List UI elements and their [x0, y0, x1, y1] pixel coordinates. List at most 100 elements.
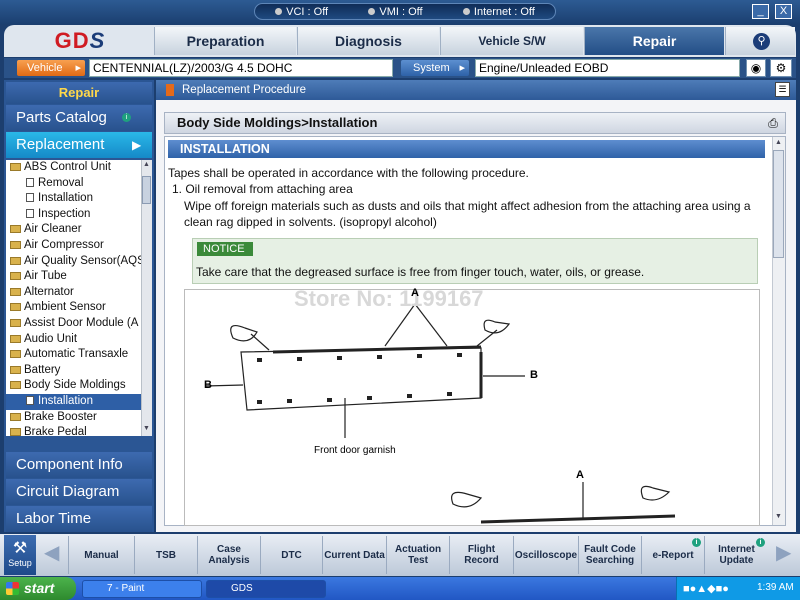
figure-frame: [184, 289, 760, 526]
connection-status: VCI : Off VMI : Off Internet : Off: [254, 3, 556, 20]
step1-body: Wipe off foreign materials such as dusts…: [184, 199, 751, 229]
toolbar-button-fault-code-searching[interactable]: Fault Code Searching: [578, 536, 641, 574]
vehicle-button[interactable]: Vehicle ▸: [17, 60, 85, 76]
tree-item-label: Removal: [38, 176, 84, 189]
system-field[interactable]: Engine/Unleaded EOBD: [475, 59, 740, 77]
folder-icon: [10, 318, 21, 327]
toolbar-button-internet-update[interactable]: Internet Update i: [704, 536, 768, 574]
clip-mark: [337, 356, 342, 360]
tree-item-label: Air Cleaner: [24, 223, 82, 236]
tree-item[interactable]: Audio Unit: [6, 332, 141, 348]
toolbar-button-current-data[interactable]: Current Data: [322, 536, 386, 574]
tape-piece-lower-left: [451, 491, 483, 508]
component-info-menu[interactable]: Component Info: [6, 452, 152, 478]
scroll-down-icon[interactable]: ▼: [775, 513, 782, 520]
minimize-button[interactable]: _: [752, 4, 769, 19]
toolbar-button-manual[interactable]: Manual: [68, 536, 134, 574]
tree-item[interactable]: Alternator: [6, 285, 141, 301]
intro-text: Tapes shall be operated in accordance wi…: [168, 166, 529, 180]
leader-tape-right: [476, 329, 498, 347]
scroll-up-icon[interactable]: ▲: [775, 139, 782, 146]
toolbar-button-flight-record[interactable]: Flight Record: [449, 536, 513, 574]
vehicle-field[interactable]: CENTENNIAL(LZ)/2003/G 4.5 DOHC: [89, 59, 393, 77]
toolbar-button-tsb[interactable]: TSB: [134, 536, 197, 574]
scroll-down-icon[interactable]: ▼: [143, 425, 150, 432]
tree-item[interactable]: ABS Control Unit: [6, 160, 141, 176]
tree-item[interactable]: Installation: [6, 191, 141, 207]
replacement-menu[interactable]: Replacement ▶: [6, 132, 152, 158]
tab-preparation[interactable]: Preparation: [154, 27, 296, 55]
camera-icon[interactable]: ◉: [746, 59, 766, 77]
replacement-tree[interactable]: ABS Control Unit Removal Installation Inspe…: [6, 160, 152, 436]
arrow-right-icon: ▸: [459, 62, 465, 74]
tree-item[interactable]: Removal: [6, 176, 141, 192]
setup-button[interactable]: ⚒ Setup: [4, 535, 36, 575]
tree-item[interactable]: Brake Booster: [6, 410, 141, 426]
folder-icon: [10, 350, 21, 359]
tray-icons: ■●▲◆■●: [683, 583, 729, 595]
tree-item[interactable]: Air Compressor: [6, 238, 141, 254]
scroll-up-icon[interactable]: ▲: [143, 161, 150, 168]
clip-mark: [297, 357, 302, 361]
molding-strip-lower: [480, 514, 676, 524]
internet-dot-icon: [462, 7, 470, 15]
tree-item[interactable]: Air Tube: [6, 269, 141, 285]
toolbar-prev-icon[interactable]: ◀: [44, 540, 59, 565]
close-button[interactable]: X: [775, 4, 792, 19]
tab-vehicle-sw-management[interactable]: Vehicle S/W Management: [440, 27, 583, 76]
toolbar-button-e-report[interactable]: e-Report i: [641, 536, 704, 574]
tape-piece-lower-right: [640, 485, 671, 501]
toolbar-button-label: DTC: [281, 549, 302, 561]
system-tray: ■●▲◆■● 1:39 AM: [676, 577, 800, 600]
settings-icon[interactable]: ⚙: [770, 59, 792, 77]
tree-item[interactable]: Automatic Transaxle: [6, 347, 141, 363]
figure-label-a-lower: A: [576, 469, 584, 481]
folder-icon: [10, 287, 21, 296]
tab-repair[interactable]: Repair: [584, 27, 724, 55]
system-button[interactable]: System ▸: [401, 60, 469, 76]
internet-status: Internet : Off: [462, 6, 535, 18]
toolbar-button-label: e-Report: [652, 549, 694, 561]
tab-diagnosis[interactable]: Diagnosis: [297, 27, 439, 55]
toolbar-button-oscilloscope[interactable]: Oscilloscope: [513, 536, 578, 574]
circuit-diagram-menu[interactable]: Circuit Diagram: [6, 479, 152, 505]
collapse-icon[interactable]: ☰: [775, 82, 790, 97]
tree-item[interactable]: Installation: [6, 393, 141, 410]
clip-mark: [377, 355, 382, 359]
tree-item[interactable]: Air Cleaner: [6, 222, 141, 238]
garnish-outline: [240, 347, 482, 411]
arrow-right-icon: ▸: [75, 62, 81, 74]
notice-label: NOTICE: [197, 242, 253, 256]
toolbar-button-dtc[interactable]: DTC: [260, 536, 322, 574]
clip-mark: [257, 358, 262, 362]
search-icon[interactable]: ⚲: [753, 33, 770, 50]
taskbar-item-gds[interactable]: GDS: [206, 580, 326, 598]
tree-scroll-thumb[interactable]: [142, 176, 151, 204]
parts-catalog-menu[interactable]: Parts Catalog i: [6, 105, 152, 131]
figure-label-b-left: B: [204, 379, 212, 391]
tree-item[interactable]: Assist Door Module (A: [6, 316, 141, 332]
tree-item-label: Audio Unit: [24, 332, 78, 345]
tree-item-label: Battery: [24, 363, 61, 376]
toolbar-button-label: Current Data: [324, 549, 385, 561]
tree-item-label: Inspection: [38, 207, 91, 220]
print-icon[interactable]: ⎙: [765, 116, 781, 130]
document-scroll-thumb[interactable]: [773, 150, 784, 258]
left-panel-title: Repair: [6, 82, 152, 104]
toolbar-button-actuation-test[interactable]: Actuation Test: [386, 536, 449, 574]
tree-item[interactable]: Ambient Sensor: [6, 300, 141, 316]
folder-icon: [10, 163, 21, 171]
tree-item[interactable]: Battery: [6, 363, 141, 379]
tree-list: ABS Control Unit Removal Installation Inspe…: [6, 160, 141, 436]
tree-item-label: Installation: [38, 192, 93, 205]
tree-item[interactable]: Inspection: [6, 207, 141, 223]
toolbar-button-case-analysis[interactable]: Case Analysis: [197, 536, 260, 574]
toolbar-button-label: TSB: [156, 549, 176, 561]
tree-item[interactable]: Body Side Moldings: [6, 378, 141, 394]
toolbar-next-icon[interactable]: ▶: [776, 540, 791, 565]
step1-title: 1. Oil removal from attaching area: [172, 182, 353, 196]
tree-item[interactable]: Brake Pedal: [6, 425, 141, 436]
tree-item[interactable]: Air Quality Sensor(AQS: [6, 254, 141, 270]
taskbar-item-paint[interactable]: 7 - Paint: [82, 580, 202, 598]
labor-time-menu[interactable]: Labor Time: [6, 506, 152, 532]
